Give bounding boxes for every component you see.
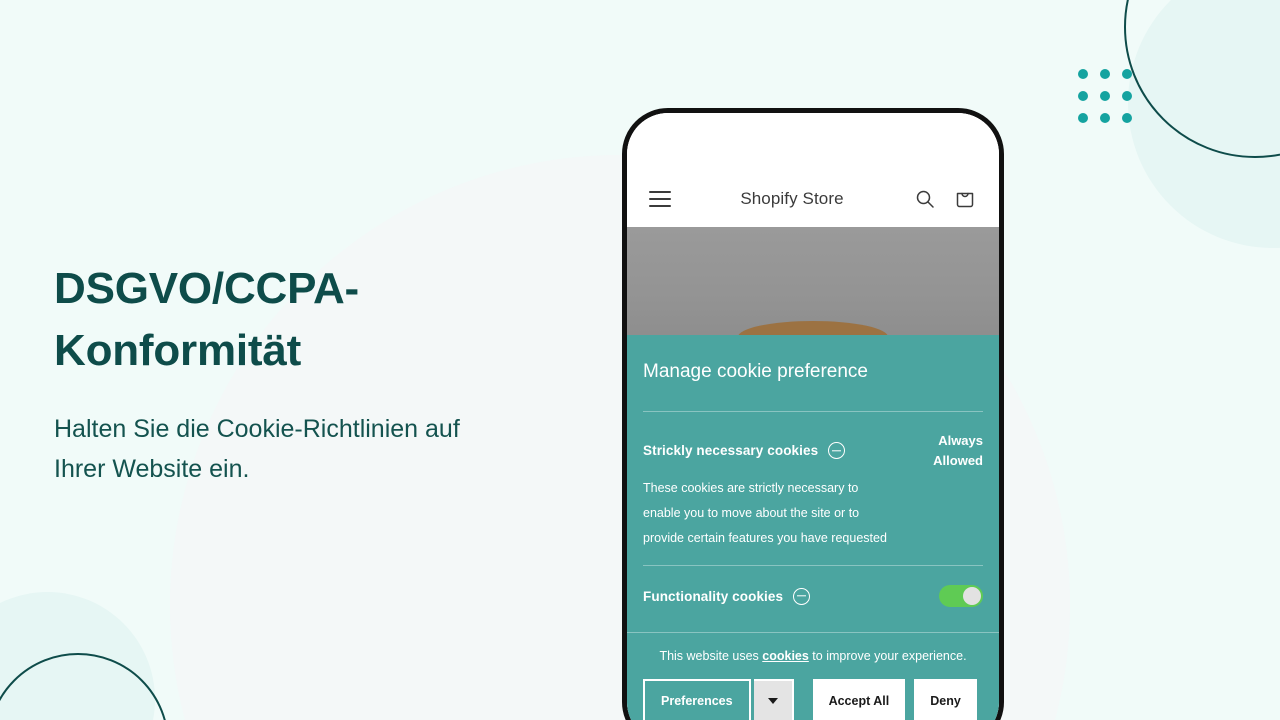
accept-all-button[interactable]: Accept All <box>812 679 906 720</box>
cookie-panel-body: Manage cookie preference Strickly necess… <box>627 361 999 613</box>
cookie-preference-panel: Manage cookie preference Strickly necess… <box>627 335 999 720</box>
grid-dot <box>1122 69 1132 79</box>
hero-subject-hair <box>738 321 888 335</box>
circle-minus-icon[interactable] <box>793 587 811 605</box>
search-icon[interactable] <box>913 187 937 211</box>
store-title: Shopify Store <box>740 189 844 208</box>
consent-message-suffix: to improve your experience. <box>808 649 967 663</box>
dot-grid-decoration <box>1078 69 1132 123</box>
grid-dot <box>1100 69 1110 79</box>
promo-copy: DSGVO/CCPA- Konformität Halten Sie die C… <box>54 258 614 489</box>
chevron-down-icon <box>767 698 778 704</box>
page-subtitle: Halten Sie die Cookie-Richtlinien auf Ih… <box>54 415 460 484</box>
cookies-link[interactable]: cookies <box>762 649 809 663</box>
cookie-category-label: Functionality cookies <box>643 588 784 604</box>
bottom-left-outline-circle <box>0 653 169 720</box>
toggle-knob <box>963 587 981 605</box>
store-header: Shopify Store <box>627 171 999 227</box>
hero-photo <box>627 227 999 335</box>
header-icon-group <box>913 187 977 211</box>
grid-dot <box>1100 91 1110 101</box>
top-right-filled-circle <box>1128 0 1280 248</box>
consent-message: This website uses cookies to improve you… <box>643 649 983 663</box>
status-bar-area <box>627 113 999 171</box>
phone-screen: Shopify Store Manage cookie preference S… <box>627 113 999 720</box>
preferences-dropdown-button[interactable] <box>753 679 794 720</box>
promo-canvas: DSGVO/CCPA- Konformität Halten Sie die C… <box>0 0 1280 720</box>
hamburger-icon[interactable] <box>649 191 671 207</box>
cookie-category-row-functionality: Functionality cookies <box>643 566 983 613</box>
cookie-category-description: These cookies are strictly necessary to … <box>643 481 887 545</box>
page-title: DSGVO/CCPA- Konformität <box>54 264 360 375</box>
grid-dot <box>1078 113 1088 123</box>
deny-button[interactable]: Deny <box>914 679 977 720</box>
cookie-consent-banner: This website uses cookies to improve you… <box>627 632 999 720</box>
grid-dot <box>1078 91 1088 101</box>
cookie-category-label: Strickly necessary cookies <box>643 443 819 458</box>
cookie-category-row-strictly-necessary: Strickly necessary cookies Always Allowe… <box>643 412 983 476</box>
consent-message-prefix: This website uses <box>659 649 763 663</box>
grid-dot <box>1100 113 1110 123</box>
top-right-outline-circle <box>1124 0 1280 158</box>
bottom-left-filled-circle <box>0 592 155 720</box>
functionality-cookies-toggle[interactable] <box>939 585 983 607</box>
cookie-panel-title: Manage cookie preference <box>643 361 868 382</box>
phone-mockup: Shopify Store Manage cookie preference S… <box>622 108 1004 720</box>
always-allowed-status: Always Allowed <box>933 433 983 468</box>
grid-dot <box>1078 69 1088 79</box>
grid-dot <box>1122 113 1132 123</box>
shopping-bag-icon[interactable] <box>953 187 977 211</box>
consent-button-group: Preferences Accept All Deny <box>643 679 983 720</box>
circle-minus-icon[interactable] <box>828 442 846 459</box>
grid-dot <box>1122 91 1132 101</box>
preferences-button[interactable]: Preferences <box>643 679 751 720</box>
